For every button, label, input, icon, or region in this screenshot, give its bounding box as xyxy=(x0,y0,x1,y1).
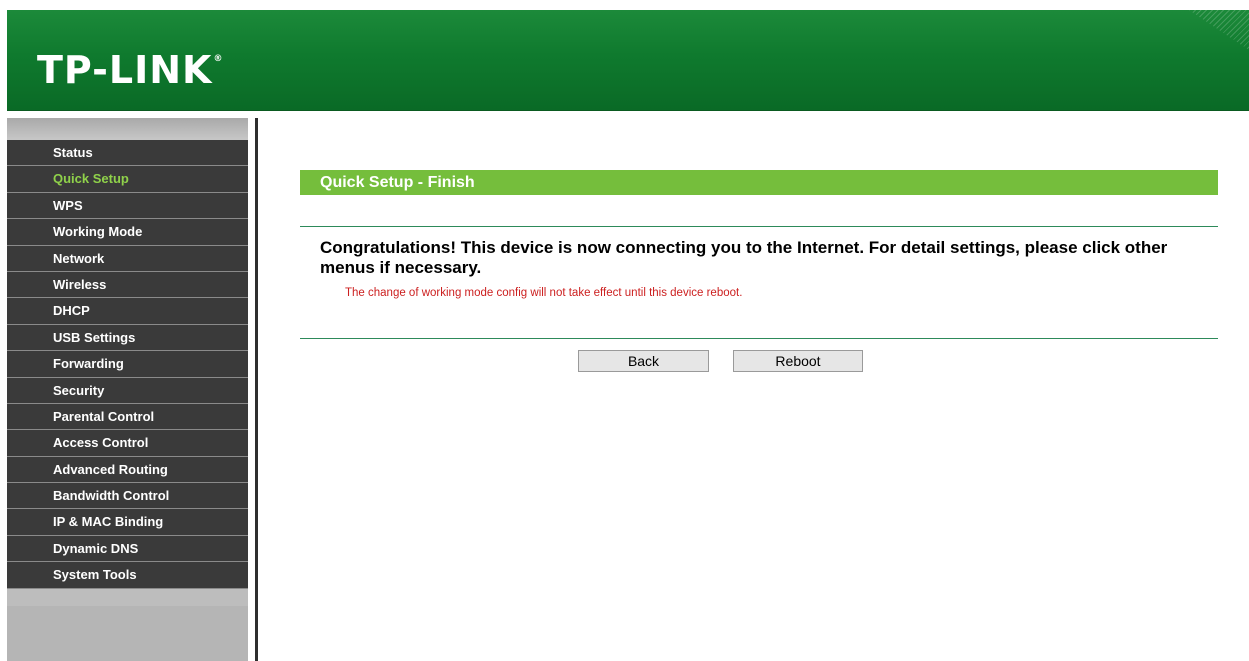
page-title: Quick Setup - Finish xyxy=(300,170,1218,195)
sidebar-item-wireless[interactable]: Wireless xyxy=(7,271,248,299)
logo-text: TP-LINK xyxy=(37,48,213,92)
sidebar-item-bandwidth-control[interactable]: Bandwidth Control xyxy=(7,483,248,510)
sidebar-item-forwarding[interactable]: Forwarding xyxy=(7,351,248,378)
sidebar-item-system-tools[interactable]: System Tools xyxy=(7,562,248,589)
sidebar-bottom xyxy=(7,606,248,661)
sidebar-item-dynamic-dns[interactable]: Dynamic DNS xyxy=(7,535,248,563)
sidebar-item-working-mode[interactable]: Working Mode xyxy=(7,219,248,246)
sidebar-item-quick-setup[interactable]: Quick Setup xyxy=(7,166,248,193)
sidebar-item-network[interactable]: Network xyxy=(7,245,248,272)
header-stripes xyxy=(1189,10,1249,50)
sidebar-item-advanced-routing[interactable]: Advanced Routing xyxy=(7,456,248,484)
reboot-button[interactable]: Reboot xyxy=(733,350,863,372)
sidebar: Status Quick Setup WPS Working Mode Netw… xyxy=(7,118,248,661)
registered-mark: ® xyxy=(213,54,224,64)
reboot-warning: The change of working mode config will n… xyxy=(345,287,743,299)
success-message: Congratulations! This device is now conn… xyxy=(320,238,1168,277)
sidebar-divider xyxy=(255,118,258,661)
sidebar-item-ip-mac-binding[interactable]: IP & MAC Binding xyxy=(7,509,248,536)
sidebar-item-status[interactable]: Status xyxy=(7,140,248,167)
sidebar-menu: Status Quick Setup WPS Working Mode Netw… xyxy=(7,140,248,589)
sidebar-item-wps[interactable]: WPS xyxy=(7,192,248,220)
back-button[interactable]: Back xyxy=(578,350,709,372)
sidebar-item-access-control[interactable]: Access Control xyxy=(7,430,248,457)
bottom-divider xyxy=(300,338,1218,339)
tp-link-logo: TP-LINK® xyxy=(37,48,223,92)
sidebar-item-security[interactable]: Security xyxy=(7,377,248,404)
sidebar-item-usb-settings[interactable]: USB Settings xyxy=(7,324,248,352)
sidebar-item-parental-control[interactable]: Parental Control xyxy=(7,403,248,431)
sidebar-top xyxy=(7,118,248,140)
router-admin-page: TP-LINK® Status Quick Setup WPS Working … xyxy=(0,0,1249,661)
sidebar-item-dhcp[interactable]: DHCP xyxy=(7,298,248,325)
top-divider xyxy=(300,226,1218,227)
header-banner: TP-LINK® xyxy=(7,10,1249,111)
